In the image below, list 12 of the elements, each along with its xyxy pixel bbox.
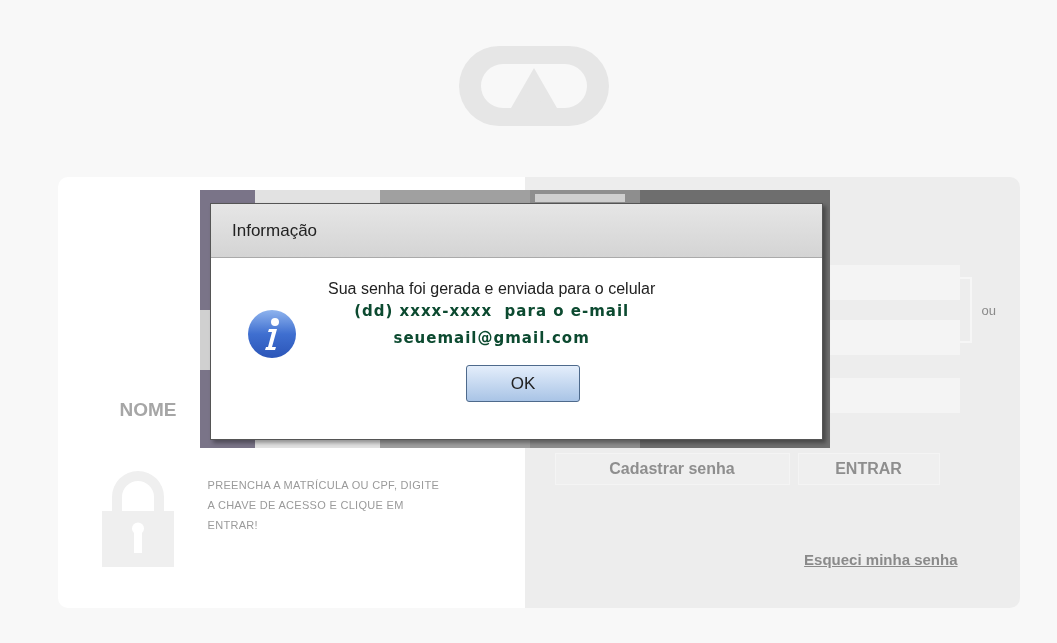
dialog-detail: (dd) xxxx-xxxx para o e-mail <box>354 301 630 322</box>
separator-text: ou <box>981 302 996 318</box>
form-button[interactable]: Cadastrar senha <box>554 453 790 485</box>
info-icon <box>247 309 297 359</box>
dialog-message: Sua senha foi gerada e enviada para o celular <box>328 280 656 298</box>
ok-button[interactable]: OK <box>466 365 580 402</box>
name-label: NOME <box>119 399 177 421</box>
dialog-title: Informação <box>232 220 318 241</box>
forgot-password-link[interactable]: Esqueci minha senha <box>804 551 958 568</box>
form-button[interactable]: ENTRAR <box>797 453 940 485</box>
dialog-detail: seuemail@gmail.com <box>393 328 590 349</box>
instructions-text: PREENCHA A MATRÍCULA OU CPF, DIGITE A CHAVE DE ACESSO E CLIQUE EM ENTRAR! <box>207 478 440 533</box>
